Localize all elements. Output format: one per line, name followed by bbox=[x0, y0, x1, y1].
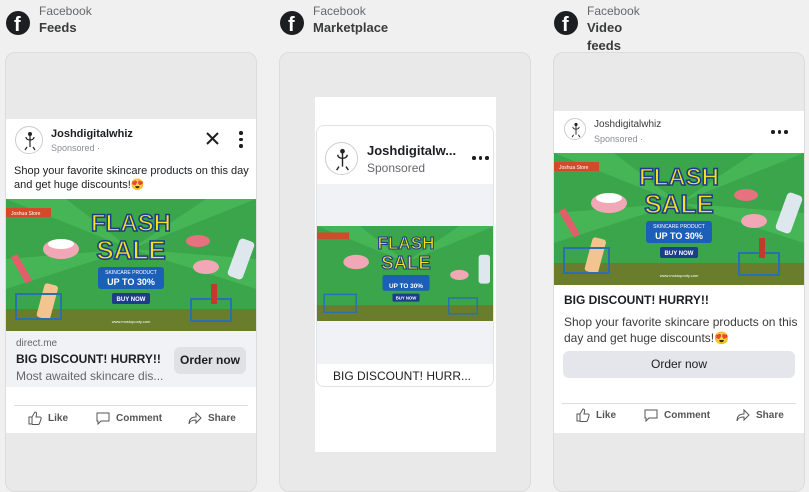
share-button[interactable]: Share bbox=[188, 411, 236, 425]
like-button[interactable]: Like bbox=[576, 408, 616, 422]
platform-label: Facebook bbox=[587, 4, 640, 18]
flash-text: FLASH bbox=[639, 164, 719, 191]
badge-bottom: UP TO 30% bbox=[655, 231, 703, 241]
like-label: Like bbox=[48, 412, 69, 424]
sponsored-label: Sponsored · bbox=[51, 143, 101, 153]
share-button[interactable]: Share bbox=[736, 408, 784, 422]
preview-panel-feeds: Joshdigitalwhiz Sponsored · Shop your fa… bbox=[5, 52, 257, 492]
like-icon bbox=[28, 411, 42, 425]
flash-text: FLASH bbox=[91, 210, 171, 237]
like-button[interactable]: Like bbox=[28, 411, 68, 425]
sponsored-label: Sponsored bbox=[367, 161, 426, 175]
comment-icon bbox=[96, 412, 110, 425]
preview-panel-video-feeds: Joshdigitalwhiz Sponsored · Joshua Store… bbox=[553, 52, 805, 492]
page-avatar[interactable] bbox=[564, 118, 586, 140]
share-label: Share bbox=[756, 409, 784, 421]
ad-post-card: Joshdigitalw... Sponsored FLASH SALE UP … bbox=[316, 125, 494, 387]
share-label: Share bbox=[208, 412, 236, 424]
comment-icon bbox=[644, 409, 658, 422]
sponsored-label: Sponsored · bbox=[594, 134, 644, 144]
order-now-button[interactable]: Order now bbox=[174, 347, 246, 374]
sale-text: SALE bbox=[96, 235, 165, 265]
ad-creative-image[interactable]: Joshua Store FLASH SALE SKINCARE PRODUCT… bbox=[6, 199, 256, 331]
order-now-button[interactable]: Order now bbox=[563, 351, 795, 378]
column-header: f Facebook Marketplace bbox=[280, 4, 388, 37]
comment-button[interactable]: Comment bbox=[644, 408, 710, 422]
store-tag: Joshua Store bbox=[11, 211, 41, 217]
buy-now-text: BUY NOW bbox=[396, 295, 417, 300]
ad-post-card: Joshdigitalwhiz Sponsored · Joshua Store… bbox=[554, 111, 804, 433]
badge-bottom: UP TO 30% bbox=[107, 277, 155, 287]
comment-label: Comment bbox=[664, 409, 711, 421]
placement-label: Video feeds bbox=[587, 20, 623, 53]
divider bbox=[562, 403, 796, 404]
share-icon bbox=[736, 408, 750, 422]
column-header: f Facebook Feeds bbox=[6, 4, 92, 37]
like-icon bbox=[576, 408, 590, 422]
buy-now-text: BUY NOW bbox=[665, 251, 694, 257]
link-headline: BIG DISCOUNT! HURRY!! bbox=[16, 352, 161, 366]
store-tag: Joshua Store bbox=[559, 165, 589, 171]
more-options-icon[interactable] bbox=[239, 131, 243, 148]
sale-text: SALE bbox=[381, 252, 430, 273]
facebook-logo-icon: f bbox=[6, 11, 30, 36]
column-header: f Facebook Video feeds bbox=[554, 4, 640, 55]
buy-now-text: BUY NOW bbox=[117, 297, 146, 303]
link-domain: direct.me bbox=[16, 338, 58, 349]
facebook-logo-icon: f bbox=[554, 11, 578, 36]
page-name[interactable]: Joshdigitalwhiz bbox=[594, 119, 661, 130]
comment-button[interactable]: Comment bbox=[96, 411, 162, 425]
link-description: Most awaited skincare dis... bbox=[16, 369, 164, 383]
preview-panel-marketplace: Joshdigitalw... Sponsored FLASH SALE UP … bbox=[279, 52, 531, 492]
placement-label: Feeds bbox=[39, 20, 77, 35]
marketplace-frame: Joshdigitalw... Sponsored FLASH SALE UP … bbox=[315, 97, 496, 452]
badge-top: SKINCARE PRODUCT bbox=[105, 270, 157, 276]
page-avatar[interactable] bbox=[15, 126, 43, 154]
comment-label: Comment bbox=[116, 412, 163, 424]
primary-text: Shop your favorite skincare products on … bbox=[564, 315, 798, 345]
divider bbox=[14, 405, 248, 406]
close-icon[interactable] bbox=[206, 132, 219, 145]
placement-label: Marketplace bbox=[313, 20, 389, 35]
sale-text: SALE bbox=[644, 189, 713, 219]
ad-url: www.mostupooty.com bbox=[112, 319, 151, 324]
like-label: Like bbox=[596, 409, 617, 421]
ad-url: www.mostupooty.com bbox=[660, 273, 699, 278]
ad-post-card: Joshdigitalwhiz Sponsored · Shop your fa… bbox=[6, 119, 256, 433]
share-icon bbox=[188, 411, 202, 425]
flash-text: FLASH bbox=[378, 233, 435, 253]
link-headline: BIG DISCOUNT! HURRY!! bbox=[564, 293, 709, 307]
more-options-icon[interactable] bbox=[771, 130, 788, 134]
listing-title: BIG DISCOUNT! HURR... bbox=[333, 369, 472, 383]
ad-creative-image[interactable]: Joshua Store FLASH SALE SKINCARE PRODUCT… bbox=[554, 153, 804, 285]
badge-top: SKINCARE PRODUCT bbox=[653, 224, 705, 230]
platform-label: Facebook bbox=[39, 4, 92, 18]
platform-label: Facebook bbox=[313, 4, 366, 18]
facebook-logo-icon: f bbox=[280, 11, 304, 36]
page-name[interactable]: Joshdigitalwhiz bbox=[51, 128, 133, 140]
page-avatar[interactable] bbox=[325, 142, 358, 175]
more-options-icon[interactable] bbox=[472, 156, 489, 160]
badge-bottom: UP TO 30% bbox=[389, 283, 423, 290]
page-name[interactable]: Joshdigitalw... bbox=[367, 143, 456, 158]
primary-text: Shop your favorite skincare products on … bbox=[14, 165, 249, 191]
ad-creative-image[interactable]: FLASH SALE UP TO 30% BUY NOW bbox=[317, 226, 493, 321]
